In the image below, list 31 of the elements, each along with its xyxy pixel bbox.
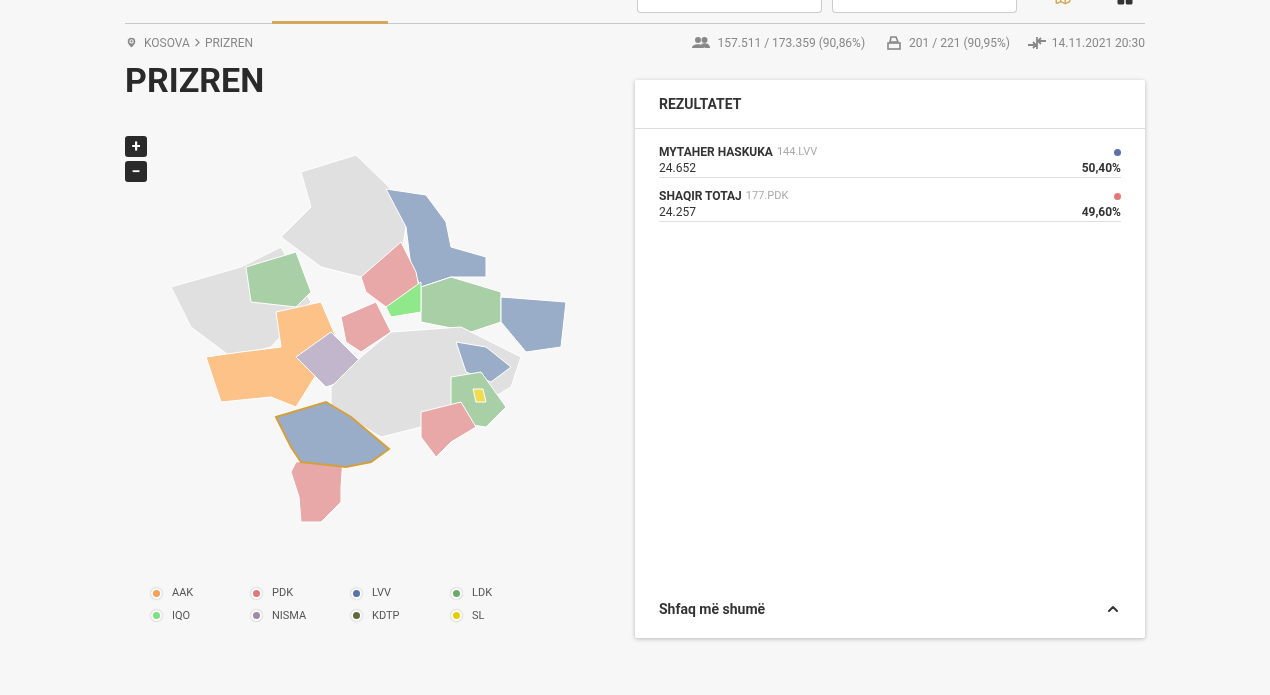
polling-stations-count: 201 / 221 (90,95%) (909, 34, 1010, 52)
legend-label: SL (472, 607, 485, 624)
voters-count: 157.511 / 173.359 (90,86%) (717, 34, 866, 52)
vote-count: 24.652 (659, 161, 696, 176)
legend-label: LDK (472, 585, 493, 601)
zoom-button[interactable]: + (125, 136, 147, 157)
location-pin-icon (125, 36, 138, 49)
legend-label: NISMA (272, 607, 307, 624)
page-title: PRIZREN (125, 60, 266, 100)
arrows-icon (1027, 36, 1046, 49)
legend-label: AAK (172, 585, 194, 601)
candidate-name: SHAQIR TOTAJ (659, 188, 742, 205)
zoom-button[interactable]: − (125, 161, 147, 182)
legend-label: KDTP (372, 607, 400, 624)
results-title: REZULTATET (659, 94, 742, 114)
dropdown-field[interactable] (637, 0, 822, 13)
candidate-list: 177.PDK (745, 187, 789, 205)
candidate-list: 144.LVV (776, 143, 818, 161)
people-icon (691, 37, 710, 48)
vote-count: 24.257 (659, 205, 696, 220)
legend-label: LVV (372, 585, 391, 601)
vote-percent: 49,60% (1081, 205, 1121, 220)
dropdown-field[interactable] (832, 0, 1017, 13)
legend-label: IQO (172, 607, 191, 624)
vote-percent: 50,40% (1081, 161, 1121, 176)
legend-label: PDK (272, 585, 294, 601)
ballot-box-icon (887, 35, 902, 50)
update-time: 14.11.2021 20:30 (1051, 34, 1145, 52)
candidate-name: MYTAHER HASKUKA (659, 144, 773, 161)
breadcrumb-current: PRIZREN (204, 34, 254, 52)
show-more-button[interactable]: Shfaq më shumë (635, 580, 1145, 638)
